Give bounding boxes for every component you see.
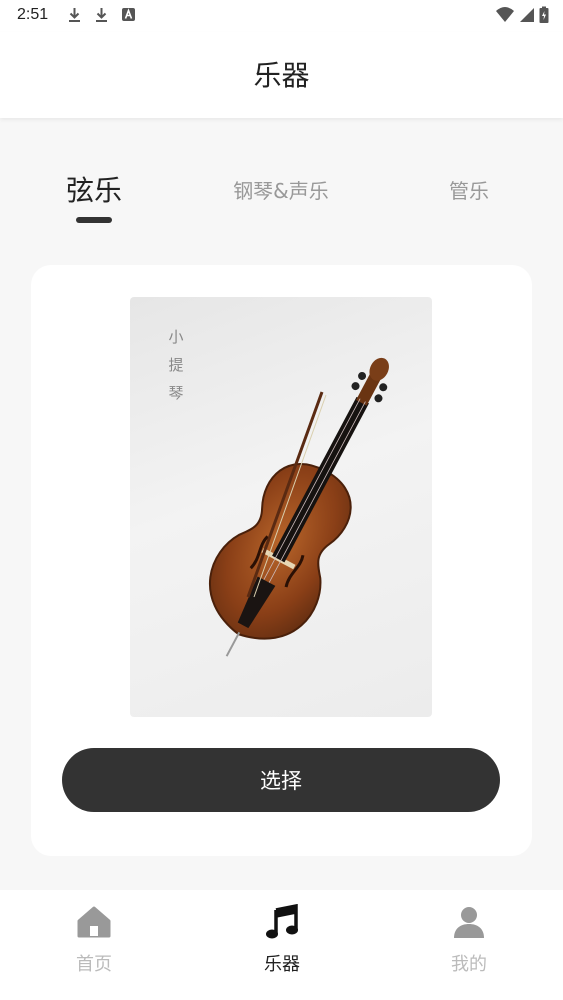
bottom-navigation: 首页 乐器 我的 [0, 890, 563, 1000]
battery-icon [539, 6, 549, 28]
music-note-icon [266, 904, 298, 939]
nav-home[interactable]: 首页 [44, 904, 144, 976]
cello-image[interactable]: 小 提 琴 [130, 297, 432, 717]
tab-label: 管乐 [449, 179, 489, 203]
tab-strings[interactable]: 弦乐 [63, 165, 125, 223]
home-icon [77, 906, 111, 938]
status-time: 2:51 [17, 6, 49, 23]
page-title: 乐器 [253, 59, 310, 92]
tab-piano-vocal[interactable]: 钢琴&声乐 [221, 165, 341, 204]
nav-label: 乐器 [264, 954, 300, 975]
tab-label: 钢琴&声乐 [233, 179, 329, 203]
tab-winds[interactable]: 管乐 [440, 165, 498, 204]
nav-profile[interactable]: 我的 [419, 904, 519, 976]
person-icon [454, 907, 484, 938]
status-bar: 2:51 [0, 0, 563, 32]
download-icon [93, 6, 110, 23]
signal-icon [519, 6, 535, 28]
app-header: 乐器 [0, 32, 563, 118]
nav-label: 首页 [76, 954, 112, 975]
font-a-icon [120, 6, 137, 23]
wifi-icon [495, 6, 515, 28]
nav-label: 我的 [451, 954, 487, 975]
status-notification-icons [66, 6, 137, 23]
tab-label: 弦乐 [65, 174, 122, 207]
cello-illustration [209, 357, 389, 657]
status-system-icons [495, 6, 549, 28]
active-tab-indicator [76, 217, 112, 223]
select-button[interactable]: 选择 [62, 748, 500, 812]
download-icon [66, 6, 83, 23]
instrument-card: 小 提 琴 选择 [31, 265, 532, 856]
category-tabs: 弦乐 钢琴&声乐 管乐 [0, 165, 563, 235]
nav-instruments[interactable]: 乐器 [232, 904, 332, 976]
